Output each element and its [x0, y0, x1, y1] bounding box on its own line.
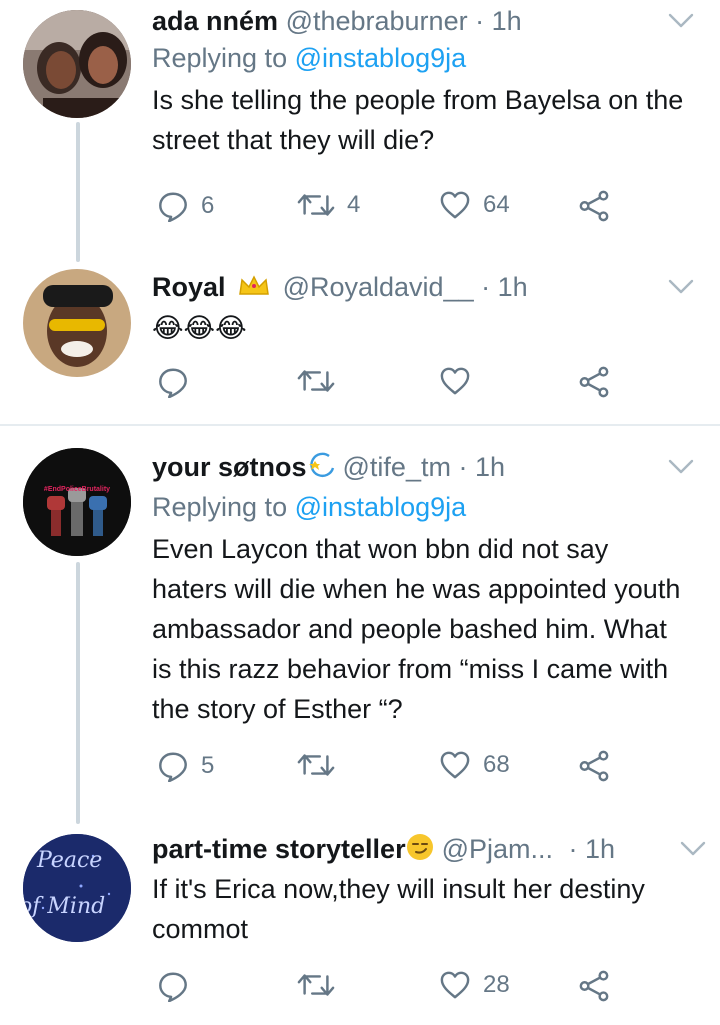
mention-link[interactable]: @instablog9ja [295, 43, 467, 73]
tweet-actions: 28 [152, 970, 622, 1006]
user-handle[interactable]: @Pjam... [442, 834, 553, 864]
tweet-text: 😂😂😂 [152, 313, 247, 343]
tweet-text: If it's Erica now,they will insult her d… [152, 874, 645, 944]
user-handle[interactable]: @thebraburner [286, 6, 468, 36]
display-name[interactable]: Royal [152, 272, 226, 302]
tweet-header: your søtnos @tife_tm · 1h [152, 450, 690, 487]
display-name[interactable]: ada nném [152, 6, 278, 36]
chevron-down-icon[interactable] [668, 458, 694, 476]
share-button[interactable] [578, 970, 610, 1002]
avatar-caption: #EndPoliceBrutality [43, 486, 111, 493]
tweet[interactable]: Peace of Mind part-time storyteller @Pja… [0, 826, 720, 1025]
share-button[interactable] [578, 190, 610, 222]
display-name[interactable]: your søtnos [152, 452, 307, 482]
share-button[interactable] [578, 366, 610, 398]
timestamp[interactable]: · 1h [481, 272, 528, 302]
like-count: 68 [483, 751, 510, 778]
tweet[interactable]: Royal @Royaldavid__ · 1h 😂😂😂 [0, 240, 720, 424]
replying-to: Replying to @instablog9ja [152, 489, 690, 525]
reply-icon [157, 190, 189, 222]
heart-icon [439, 970, 471, 1000]
reply-button[interactable]: 5 [157, 750, 214, 782]
retweet-icon [297, 970, 335, 1000]
share-icon [578, 366, 610, 398]
crown-emoji-icon [237, 272, 271, 306]
tweet-header: ada nném @thebraburner · 1h [152, 4, 690, 38]
chevron-down-icon[interactable] [680, 840, 706, 858]
share-icon [578, 750, 610, 782]
dizzy-emoji-icon [307, 451, 337, 487]
tweet-actions: 5 68 [152, 750, 622, 786]
retweet-button[interactable] [297, 366, 347, 396]
tweet-header: part-time storyteller @Pjam... · 1h [152, 832, 690, 869]
share-icon [578, 190, 610, 222]
reply-button[interactable]: 6 [157, 190, 214, 222]
user-handle[interactable]: @tife_tm [343, 452, 451, 482]
display-name[interactable]: part-time storyteller [152, 834, 406, 864]
heart-icon [439, 366, 471, 396]
reply-icon [157, 970, 189, 1002]
avatar[interactable]: #EndPoliceBrutality [23, 448, 131, 556]
retweet-icon [297, 190, 335, 220]
timestamp[interactable]: · 1h [569, 834, 616, 864]
heart-icon [439, 190, 471, 220]
replying-to: Replying to @instablog9ja [152, 40, 690, 76]
retweet-button[interactable] [297, 750, 347, 780]
avatar[interactable] [23, 10, 131, 118]
like-button[interactable] [439, 366, 483, 396]
tweet[interactable]: #EndPoliceBrutality your søtnos @tife_tm… [0, 426, 720, 826]
share-icon [578, 970, 610, 1002]
retweet-button[interactable]: 4 [297, 190, 360, 220]
smirk-emoji-icon [406, 833, 434, 869]
reply-icon [157, 750, 189, 782]
share-button[interactable] [578, 750, 610, 782]
avatar-caption: Peace [37, 848, 103, 873]
reply-button[interactable] [157, 970, 201, 1002]
avatar[interactable]: Peace of Mind [23, 834, 131, 942]
mention-link[interactable]: @instablog9ja [295, 492, 467, 522]
replying-to-label: Replying to [152, 492, 288, 522]
retweet-count: 4 [347, 191, 361, 218]
like-button[interactable]: 64 [439, 190, 510, 220]
avatar-caption: of Mind [23, 894, 106, 919]
tweet-text: Even Laycon that won bbn did not say hat… [152, 534, 681, 724]
heart-icon [439, 750, 471, 780]
like-count: 64 [483, 191, 510, 218]
reply-button[interactable] [157, 366, 201, 398]
replying-to-label: Replying to [152, 43, 288, 73]
avatar[interactable] [23, 269, 131, 377]
chevron-down-icon[interactable] [668, 278, 694, 296]
user-handle[interactable]: @Royaldavid__ [283, 272, 474, 302]
retweet-button[interactable] [297, 970, 347, 1000]
tweet-header: Royal @Royaldavid__ · 1h [152, 270, 690, 306]
timestamp[interactable]: · 1h [475, 6, 522, 36]
like-button[interactable]: 68 [439, 750, 510, 780]
tweet-actions [152, 366, 622, 402]
reply-count: 6 [201, 192, 215, 219]
chevron-down-icon[interactable] [668, 12, 694, 30]
tweet-text: Is she telling the people from Bayelsa o… [152, 85, 684, 155]
retweet-icon [297, 750, 335, 780]
tweet[interactable]: ada nném @thebraburner · 1h Replying to … [0, 0, 720, 240]
reply-count: 5 [201, 752, 215, 779]
like-count: 28 [483, 971, 510, 998]
reply-icon [157, 366, 189, 398]
tweet-actions: 6 4 64 [152, 190, 622, 226]
timestamp[interactable]: · 1h [458, 452, 505, 482]
like-button[interactable]: 28 [439, 970, 510, 1000]
retweet-icon [297, 366, 335, 396]
